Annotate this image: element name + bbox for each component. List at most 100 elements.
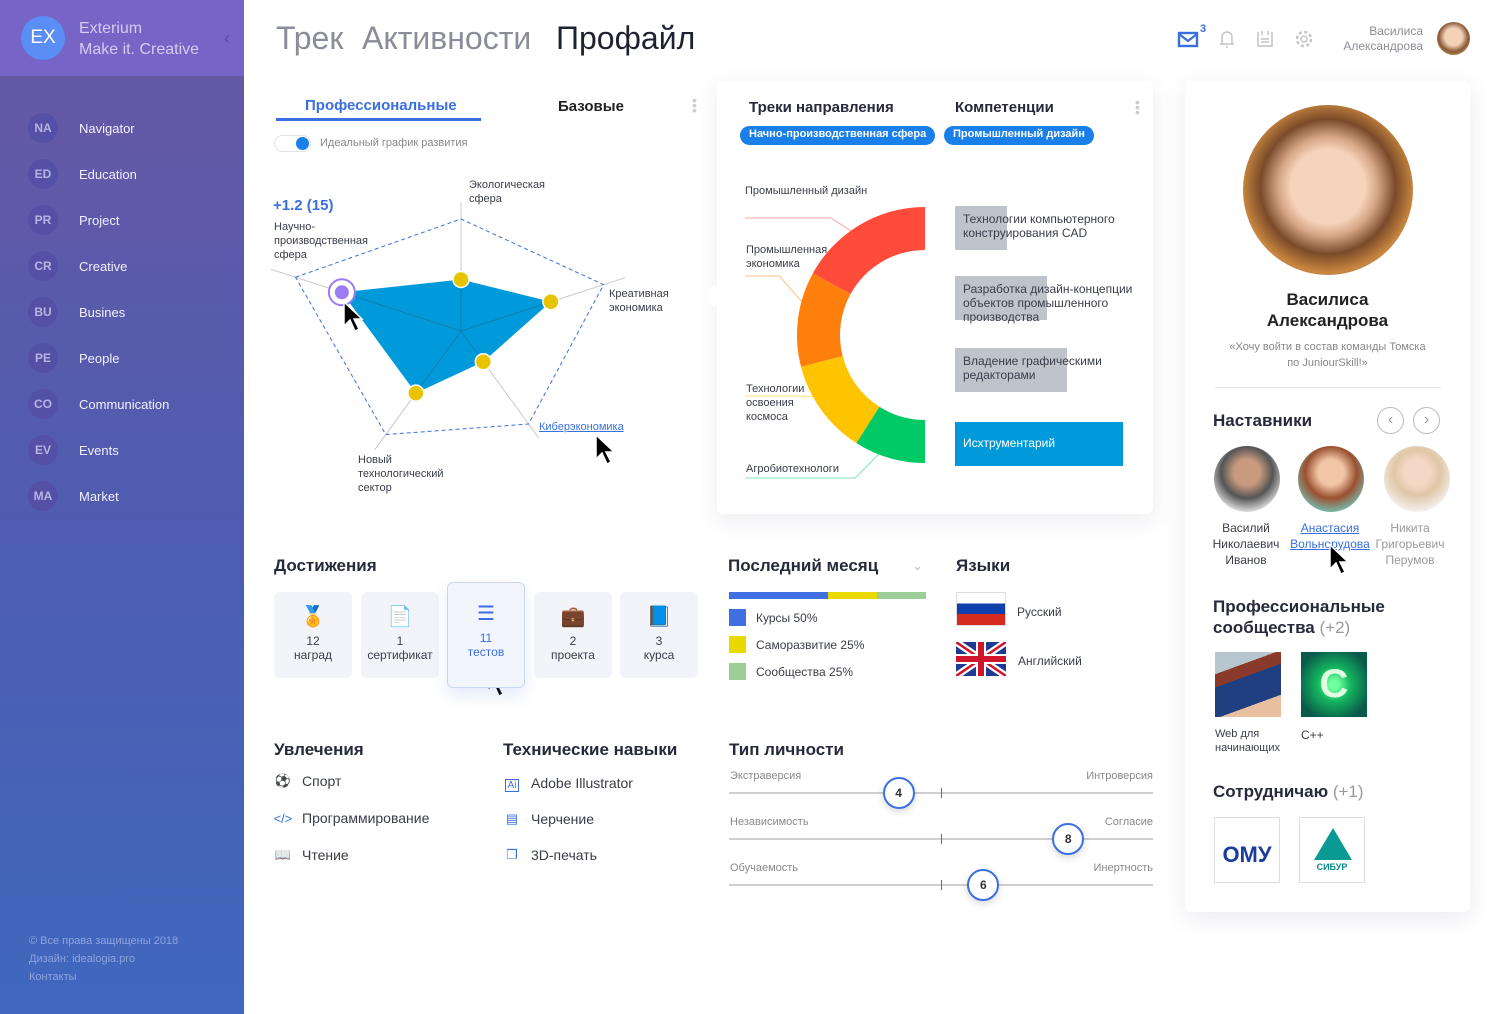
community-name-line: начинающих: [1215, 742, 1280, 754]
mentor-name[interactable]: Василий Николаевич Иванов: [1201, 520, 1291, 568]
bell-icon[interactable]: [1216, 28, 1238, 50]
month-bar-segment: [827, 592, 877, 599]
achievement-сертификат[interactable]: 📄 1 сертификат: [361, 592, 439, 678]
community-name[interactable]: Web для начинающих: [1215, 727, 1280, 755]
brand-name: Exterium: [79, 20, 143, 37]
donut-label: Технологии освоения космоса: [746, 383, 805, 423]
sidebar-item-events[interactable]: EV Events: [28, 434, 238, 466]
language-item: Русский: [1017, 605, 1062, 619]
prev-arrow-icon[interactable]: ‹: [1377, 407, 1404, 434]
achievement-курса[interactable]: 📘 3 курса: [620, 592, 698, 678]
competency-bar[interactable]: Разработка дизайн-концепции объектов про…: [955, 276, 1145, 324]
competency-pill[interactable]: Промышленный дизайн: [944, 126, 1094, 145]
sidebar-item-badge: CR: [28, 251, 58, 281]
code-icon: </>: [273, 810, 293, 826]
mentor-avatar[interactable]: [1298, 446, 1364, 512]
competency-bar[interactable]: Технологии компьютерного конструирования…: [955, 206, 1140, 250]
donut-label: Агробиотехнологи: [746, 463, 839, 475]
tab-professional[interactable]: Профессиональные: [305, 97, 457, 114]
partners-more-count[interactable]: (+1): [1333, 782, 1364, 801]
legend-label: Курсы 50%: [756, 610, 818, 625]
sidebar-item-market[interactable]: MA Market: [28, 480, 238, 512]
tab-track[interactable]: Трек: [276, 20, 343, 57]
avatar[interactable]: [1437, 22, 1470, 55]
achievement-тестов[interactable]: ☰ 11 тестов: [447, 582, 525, 688]
radar-axis-label[interactable]: Экологическая сфера: [469, 178, 559, 206]
tab-profile[interactable]: Профайл: [556, 20, 695, 57]
sidebar-item-badge: CO: [28, 389, 58, 419]
quote-line: по JuniourSkill!»: [1287, 357, 1368, 369]
calendar-icon[interactable]: [1254, 28, 1276, 50]
radar-axis-label[interactable]: Киберэкономика: [539, 421, 624, 433]
achievement-label: курса: [643, 648, 675, 662]
more-vertical-icon[interactable]: • • •: [692, 93, 697, 117]
achievement-count: 3: [655, 634, 663, 648]
mentor-avatar[interactable]: [1214, 446, 1280, 512]
scale-left-label: Экстраверсия: [730, 770, 802, 782]
ball-icon: ⚽: [274, 773, 292, 788]
sidebar-item-people[interactable]: PE People: [28, 342, 238, 374]
ideal-graph-toggle[interactable]: [274, 135, 311, 152]
achievement-проекта[interactable]: 💼 2 проекта: [534, 592, 612, 678]
scale-slider-knob[interactable]: 6: [967, 869, 1000, 901]
legend-label: Саморазвитие 25%: [756, 637, 865, 652]
month-bar-segment: [729, 592, 828, 599]
radar-axis-label[interactable]: Креативная экономика: [609, 287, 684, 315]
achievement-count: 1: [396, 634, 404, 648]
scale-left-label: Обучаемость: [730, 862, 799, 874]
sidebar-item-navigator[interactable]: NA Navigator: [28, 112, 238, 144]
achievement-count: 2: [569, 634, 577, 648]
scale-slider-knob[interactable]: 4: [882, 777, 915, 809]
tab-activities[interactable]: Активности: [362, 20, 531, 57]
community-image-cpp[interactable]: C: [1301, 652, 1367, 717]
list-icon: ☰: [477, 603, 495, 625]
partner-logo-omu[interactable]: ОМУ: [1214, 817, 1280, 883]
communities-more-count[interactable]: (+2): [1320, 618, 1351, 637]
book-open-icon: 📖: [274, 847, 292, 862]
achievement-label: тестов: [467, 645, 505, 659]
mentor-name-line: Никита: [1390, 521, 1430, 535]
chevron-down-icon[interactable]: ⌄: [912, 558, 923, 574]
contacts-link[interactable]: Контакты: [29, 971, 77, 983]
radar-axis-label[interactable]: Новый технологический сектор: [358, 453, 468, 495]
brand-header: EX Exterium Make it. Creative ‹: [0, 0, 244, 76]
competency-bar[interactable]: Владение графическими редакторами: [955, 348, 1125, 392]
legend-swatch: [729, 636, 746, 653]
track-pill[interactable]: Начно-производственная сфера: [740, 126, 936, 145]
header-user-name[interactable]: Василиса Александрова: [1320, 24, 1423, 54]
mail-icon[interactable]: [1177, 28, 1199, 50]
partner-logo-sibur[interactable]: СИБУР: [1299, 817, 1365, 883]
scale-right-label: Интроверсия: [1086, 770, 1153, 782]
scale-slider-knob[interactable]: 8: [1052, 823, 1085, 855]
month-bar-segment: [876, 592, 926, 599]
month-title: Последний месяц: [728, 556, 879, 575]
sidebar-item-education[interactable]: ED Education: [28, 158, 238, 190]
sidebar-item-creative[interactable]: CR Creative: [28, 250, 238, 282]
scale-left-label: Независимость: [730, 816, 809, 828]
sidebar-item-label: Busines: [79, 304, 126, 320]
chevron-left-icon[interactable]: ‹: [224, 28, 230, 49]
mentor-name-line: Николаевич: [1212, 537, 1280, 551]
radar-axis-label[interactable]: Научно-производственная сфера: [274, 220, 394, 262]
competency-bar-active[interactable]: Исхтрументарий: [955, 422, 1123, 466]
sidebar-item-project[interactable]: PR Project: [28, 204, 238, 236]
achievement-наград[interactable]: 🏅 12 наград: [274, 592, 352, 678]
design-credit[interactable]: Дизайн: idealogia.pro: [29, 953, 135, 965]
scale-center-tick: [941, 880, 942, 890]
mentors-title: Наставники: [1213, 411, 1313, 430]
mentor-avatar[interactable]: [1384, 446, 1450, 512]
toggle-label: Идеальный график развития: [320, 137, 468, 149]
radar-point: [407, 384, 425, 402]
sidebar-item-communication[interactable]: CO Communication: [28, 388, 238, 420]
gear-icon[interactable]: [1293, 28, 1315, 50]
sidebar-item-badge: ED: [28, 159, 58, 189]
sidebar-item-badge: PE: [28, 343, 58, 373]
legend-swatch: [729, 609, 746, 626]
more-vertical-icon[interactable]: • • •: [1135, 95, 1140, 119]
community-name[interactable]: C++: [1301, 728, 1324, 742]
tab-basic[interactable]: Базовые: [558, 98, 624, 115]
mentor-name[interactable]: Никита Григорьевич Перумов: [1371, 520, 1449, 568]
community-image-web[interactable]: [1215, 652, 1281, 717]
sidebar-item-busines[interactable]: BU Busines: [28, 296, 238, 328]
next-arrow-icon[interactable]: ›: [1413, 407, 1440, 434]
